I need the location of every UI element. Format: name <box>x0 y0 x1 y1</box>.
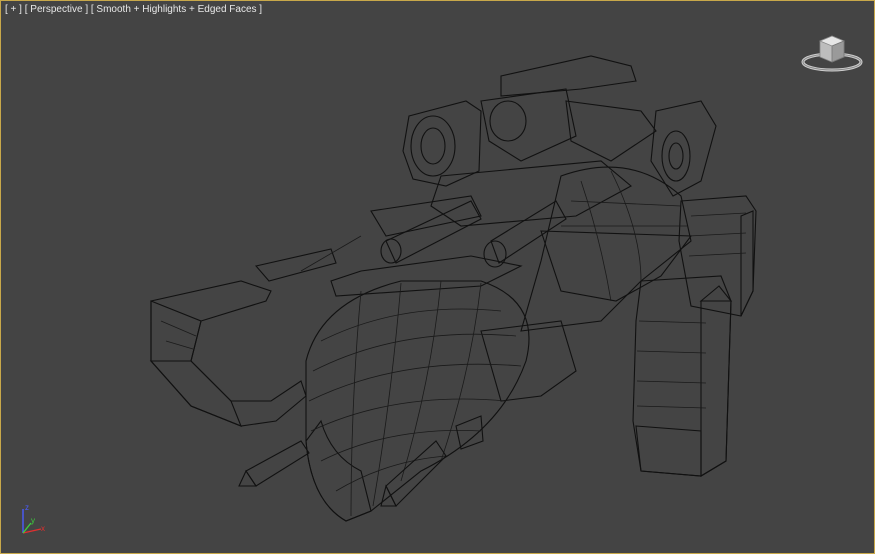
viewport-view-menu[interactable]: [ Perspective ] <box>25 4 88 15</box>
main-hull <box>305 166 693 522</box>
left-claw-arm <box>149 235 362 427</box>
right-track-pod <box>632 195 757 477</box>
axis-z-label: z <box>25 503 29 512</box>
front-missiles <box>238 415 484 507</box>
tank-model-wireframe <box>149 55 757 522</box>
turret-cannons <box>330 160 632 297</box>
viewport-label: [ + ] [ Perspective ] [ Smooth + Highlig… <box>5 4 262 15</box>
axis-y-label: y <box>31 516 35 525</box>
viewport-menu-button[interactable]: [ + ] <box>5 4 22 15</box>
viewcube-icon[interactable] <box>799 31 865 73</box>
viewport-shading-menu[interactable]: [ Smooth + Highlights + Edged Faces ] <box>91 4 262 15</box>
perspective-viewport[interactable]: [ + ] [ Perspective ] [ Smooth + Highlig… <box>0 0 875 554</box>
axis-tripod-icon: z y x <box>22 503 45 534</box>
axis-x-label: x <box>41 524 45 533</box>
